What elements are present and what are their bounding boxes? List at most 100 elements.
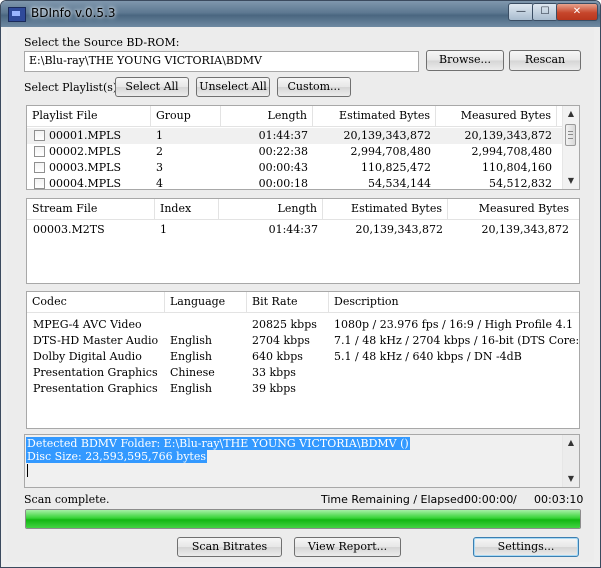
minimize-button[interactable]: —: [508, 3, 534, 21]
codec-row[interactable]: DTS-HD Master Audio English 2704 kbps 7.…: [27, 333, 579, 349]
stream-header: Stream File Index Length Estimated Bytes…: [27, 199, 579, 220]
status-text: Scan complete.: [24, 493, 110, 506]
stream-measured: 20,139,343,872: [481, 223, 569, 236]
stream-list[interactable]: Stream File Index Length Estimated Bytes…: [26, 198, 580, 284]
window-title: BDInfo v.0.5.3: [31, 6, 116, 20]
playlist-row[interactable]: 00001.MPLS 1 01:44:37 20,139,343,872 20,…: [27, 128, 579, 144]
column-header[interactable]: Length: [219, 199, 323, 219]
codec-bitrate: 39 kbps: [252, 382, 296, 395]
playlist-measured: 20,139,343,872: [464, 129, 552, 142]
codec-name: Presentation Graphics: [33, 382, 158, 395]
codec-language: English: [170, 334, 212, 347]
playlist-length: 00:22:38: [258, 145, 308, 158]
column-header[interactable]: Measured Bytes: [436, 106, 557, 126]
codec-bitrate: 20825 kbps: [252, 318, 317, 331]
playlist-group: 1: [156, 129, 163, 142]
log-line: Detected BDMV Folder: E:\Blu-ray\THE YOU…: [26, 437, 410, 450]
column-header[interactable]: Description: [329, 292, 579, 312]
column-header[interactable]: Bit Rate: [247, 292, 329, 312]
playlist-checkbox[interactable]: [34, 146, 45, 157]
playlist-file: 00001.MPLS: [49, 129, 121, 142]
column-header[interactable]: Measured Bytes: [448, 199, 574, 219]
codec-bitrate: 640 kbps: [252, 350, 303, 363]
codec-row[interactable]: Presentation Graphics English 39 kbps: [27, 381, 579, 397]
playlist-file: 00004.MPLS: [49, 177, 121, 190]
playlist-length: 00:00:43: [258, 161, 308, 174]
playlist-measured: 2,994,708,480: [471, 145, 552, 158]
playlist-header: Playlist File Group Length Estimated Byt…: [27, 106, 579, 127]
log-scrollbar[interactable]: ▲ ▼: [562, 435, 579, 487]
select-playlist-label: Select Playlist(s):: [24, 81, 121, 94]
column-header[interactable]: Group: [151, 106, 221, 126]
scroll-thumb[interactable]: [565, 124, 576, 146]
playlist-length: 00:00:18: [258, 177, 308, 190]
playlist-file: 00003.MPLS: [49, 161, 121, 174]
custom-button[interactable]: Custom...: [277, 77, 351, 97]
scroll-up-icon[interactable]: ▲: [563, 107, 579, 121]
stream-estimated: 20,139,343,872: [355, 223, 443, 236]
playlist-checkbox[interactable]: [34, 178, 45, 189]
playlist-scrollbar[interactable]: ▲ ▼: [562, 106, 579, 189]
time-separator: /: [513, 493, 517, 506]
codec-bitrate: 33 kbps: [252, 366, 296, 379]
scroll-up-icon[interactable]: ▲: [563, 436, 579, 450]
column-header[interactable]: Length: [221, 106, 313, 126]
stream-file: 00003.M2TS: [33, 223, 105, 236]
close-button[interactable]: ✕: [556, 3, 598, 21]
rescan-button[interactable]: Rescan: [509, 50, 581, 71]
codec-row[interactable]: Dolby Digital Audio English 640 kbps 5.1…: [27, 349, 579, 365]
scroll-down-icon[interactable]: ▼: [563, 174, 579, 188]
playlist-length: 01:44:37: [258, 129, 308, 142]
client-area: Select the Source BD-ROM: E:\Blu-ray\THE…: [7, 27, 594, 562]
log-textarea[interactable]: Detected BDMV Folder: E:\Blu-ray\THE YOU…: [24, 434, 580, 488]
title-bar[interactable]: BDInfo v.0.5.3 — ☐ ✕: [1, 1, 600, 27]
browse-button[interactable]: Browse...: [426, 50, 504, 71]
scan-bitrates-button[interactable]: Scan Bitrates: [177, 537, 282, 557]
time-label: Time Remaining / Elapsed:: [321, 493, 468, 506]
view-report-button[interactable]: View Report...: [294, 537, 401, 557]
codec-name: MPEG-4 AVC Video: [33, 318, 142, 331]
codec-row[interactable]: MPEG-4 AVC Video 20825 kbps 1080p / 23.9…: [27, 317, 579, 333]
codec-name: Dolby Digital Audio: [33, 350, 142, 363]
playlist-row[interactable]: 00002.MPLS 2 00:22:38 2,994,708,480 2,99…: [27, 144, 579, 160]
codec-name: Presentation Graphics: [33, 366, 158, 379]
playlist-row[interactable]: 00003.MPLS 3 00:00:43 110,825,472 110,80…: [27, 160, 579, 176]
codec-description: 7.1 / 48 kHz / 2704 kbps / 16-bit (DTS C…: [334, 334, 580, 347]
codec-name: DTS-HD Master Audio: [33, 334, 159, 347]
column-header[interactable]: Stream File: [27, 199, 155, 219]
playlist-list[interactable]: Playlist File Group Length Estimated Byt…: [26, 105, 580, 190]
scroll-down-icon[interactable]: ▼: [563, 472, 579, 486]
codec-bitrate: 2704 kbps: [252, 334, 310, 347]
codec-list[interactable]: Codec Language Bit Rate Description MPEG…: [26, 291, 580, 429]
settings-button[interactable]: Settings...: [473, 537, 579, 557]
unselect-all-button[interactable]: Unselect All: [196, 77, 270, 97]
column-header[interactable]: Playlist File: [27, 106, 151, 126]
text-caret: [27, 464, 28, 477]
playlist-checkbox[interactable]: [34, 130, 45, 141]
stream-length: 01:44:37: [268, 223, 318, 236]
log-line: Disc Size: 23,593,595,766 bytes: [26, 450, 208, 463]
app-icon: [8, 7, 26, 22]
scan-progress-bar: [25, 509, 581, 529]
column-header[interactable]: Index: [155, 199, 219, 219]
source-path-input[interactable]: E:\Blu-ray\THE YOUNG VICTORIA\BDMV: [24, 51, 419, 72]
time-remaining: 00:00:00: [464, 493, 514, 506]
playlist-group: 3: [156, 161, 163, 174]
maximize-button[interactable]: ☐: [532, 3, 558, 21]
codec-row[interactable]: Presentation Graphics Chinese 33 kbps: [27, 365, 579, 381]
playlist-measured: 110,804,160: [482, 161, 552, 174]
codec-language: English: [170, 350, 212, 363]
column-header[interactable]: Estimated Bytes: [313, 106, 436, 126]
playlist-row[interactable]: 00004.MPLS 4 00:00:18 54,534,144 54,512,…: [27, 176, 579, 190]
stream-row[interactable]: 00003.M2TS 1 01:44:37 20,139,343,872 20,…: [27, 222, 579, 238]
bdinfo-window: BDInfo v.0.5.3 — ☐ ✕ Select the Source B…: [0, 0, 601, 568]
playlist-group: 2: [156, 145, 163, 158]
time-elapsed: 00:03:10: [534, 493, 584, 506]
playlist-estimated: 2,994,708,480: [350, 145, 431, 158]
playlist-measured: 54,512,832: [489, 177, 552, 190]
column-header[interactable]: Language: [165, 292, 247, 312]
playlist-checkbox[interactable]: [34, 162, 45, 173]
column-header[interactable]: Estimated Bytes: [323, 199, 448, 219]
column-header[interactable]: Codec: [27, 292, 165, 312]
select-all-button[interactable]: Select All: [115, 77, 189, 97]
